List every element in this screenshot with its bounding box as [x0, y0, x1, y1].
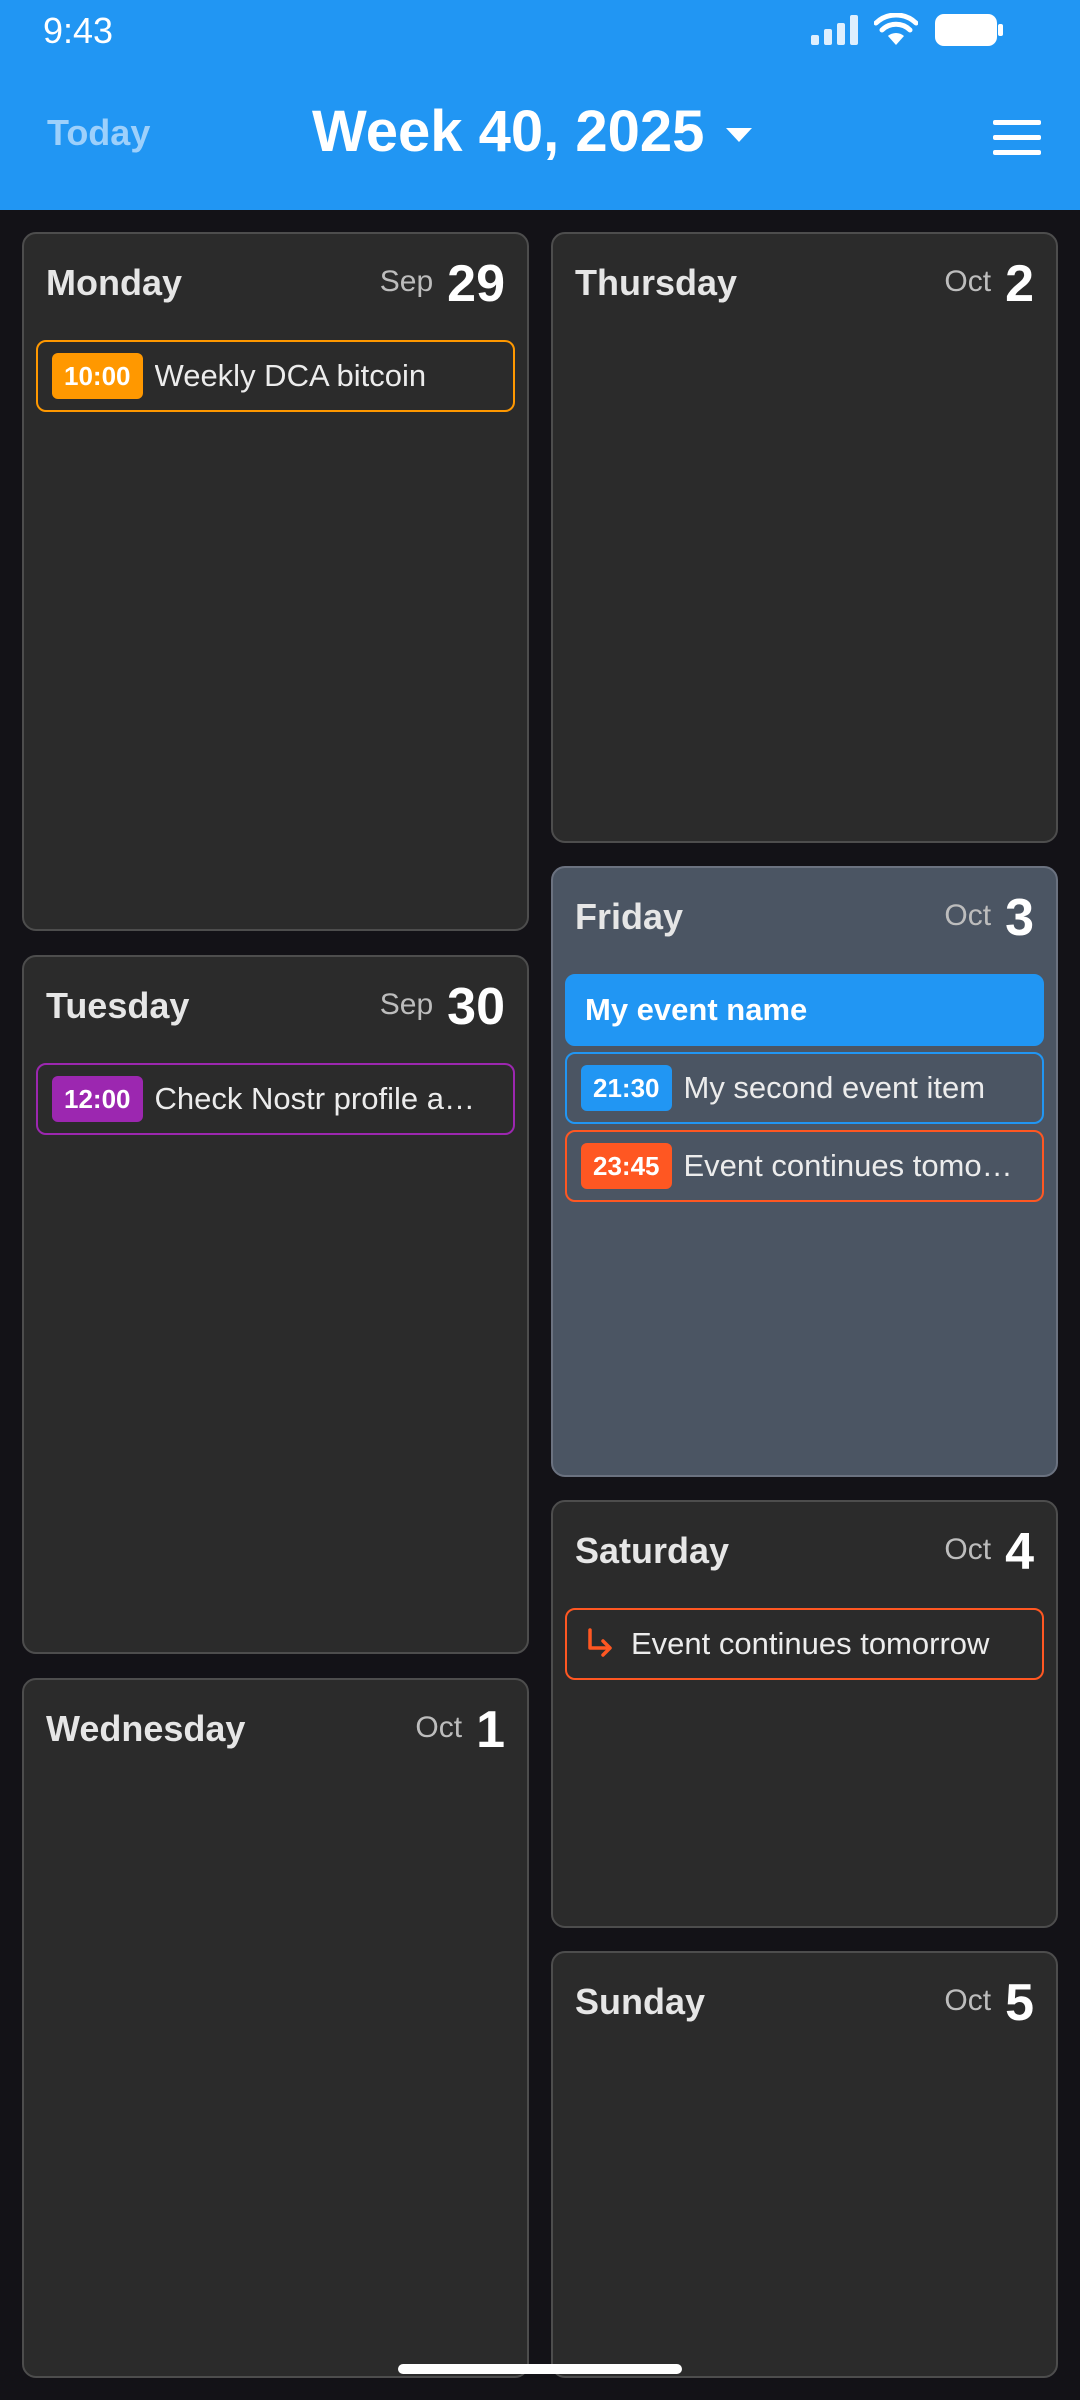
week-selector[interactable]: Week 40, 2025 [312, 98, 753, 165]
event-title: Event continues tomorrow [631, 1626, 990, 1661]
day-name: Tuesday [46, 985, 190, 1026]
day-name: Sunday [575, 1981, 706, 2022]
status-time: 9:43 [43, 10, 114, 51]
day-date: Sep 30 [380, 977, 505, 1037]
hamburger-line [993, 135, 1041, 140]
wifi-icon [874, 13, 918, 47]
day-date: Sep 29 [380, 254, 505, 314]
day-date: Oct 1 [415, 1700, 505, 1760]
day-card-monday[interactable]: Monday Sep 29 10:00 Weekly DCA bitcoin [22, 232, 529, 931]
day-date: Oct 3 [944, 888, 1034, 948]
day-card-saturday[interactable]: Saturday Oct 4 Event continues tomorrow [551, 1500, 1058, 1928]
day-month: Sep [379, 265, 434, 298]
day-card-wednesday[interactable]: Wednesday Oct 1 [22, 1678, 529, 2378]
event-title: My second event item [683, 1070, 986, 1105]
event-item[interactable]: 21:30 My second event item [565, 1052, 1044, 1124]
day-month: Sep [379, 988, 434, 1021]
day-card-thursday[interactable]: Thursday Oct 2 [551, 232, 1058, 843]
status-icons [811, 12, 1004, 48]
day-number: 4 [1005, 1523, 1034, 1581]
day-month: Oct [944, 265, 992, 298]
event-title: Weekly DCA bitcoin [154, 358, 427, 393]
day-name: Monday [46, 262, 183, 303]
all-day-event[interactable]: My event name [565, 974, 1044, 1046]
battery-icon [934, 13, 1004, 47]
event-time: 10:00 [52, 353, 143, 399]
continuation-arrow-icon [581, 1624, 619, 1664]
event-item[interactable]: 12:00 Check Nostr profile a… [36, 1063, 515, 1135]
today-button[interactable]: Today [47, 112, 150, 154]
event-title: Event continues tomo… [683, 1148, 1013, 1183]
week-title: Week 40, 2025 [312, 99, 705, 164]
event-title: My event name [585, 992, 808, 1027]
day-date: Oct 2 [944, 254, 1034, 314]
event-time: 12:00 [52, 1076, 143, 1122]
event-item[interactable]: 10:00 Weekly DCA bitcoin [36, 340, 515, 412]
day-name: Thursday [575, 262, 738, 303]
menu-button[interactable] [993, 120, 1041, 156]
day-name: Wednesday [46, 1708, 246, 1749]
hamburger-line [993, 120, 1041, 125]
day-number: 5 [1005, 1974, 1034, 2032]
day-month: Oct [415, 1711, 463, 1744]
day-number: 29 [447, 255, 505, 313]
day-number: 3 [1005, 889, 1034, 947]
day-date: Oct 4 [944, 1522, 1034, 1582]
day-date: Oct 5 [944, 1973, 1034, 2033]
event-item[interactable]: 23:45 Event continues tomo… [565, 1130, 1044, 1202]
day-month: Oct [944, 1533, 992, 1566]
day-month: Oct [944, 899, 992, 932]
event-time: 23:45 [581, 1143, 672, 1189]
day-card-sunday[interactable]: Sunday Oct 5 [551, 1951, 1058, 2378]
event-time: 21:30 [581, 1065, 672, 1111]
chevron-down-icon [726, 127, 753, 142]
day-name: Friday [575, 896, 684, 937]
day-name: Saturday [575, 1530, 730, 1571]
hamburger-line [993, 150, 1041, 155]
home-indicator[interactable] [398, 2364, 682, 2374]
app-header: 9:43 Today Week 40, 2025 [0, 0, 1080, 210]
event-title: Check Nostr profile a… [154, 1081, 475, 1116]
day-card-friday[interactable]: Friday Oct 3 My event name 21:30 My seco… [551, 866, 1058, 1477]
day-number: 2 [1005, 255, 1034, 313]
day-number: 30 [447, 978, 505, 1036]
signal-icon [811, 15, 858, 45]
event-item[interactable]: Event continues tomorrow [565, 1608, 1044, 1680]
day-number: 1 [476, 1701, 505, 1759]
day-card-tuesday[interactable]: Tuesday Sep 30 12:00 Check Nostr profile… [22, 955, 529, 1654]
day-month: Oct [944, 1984, 992, 2017]
